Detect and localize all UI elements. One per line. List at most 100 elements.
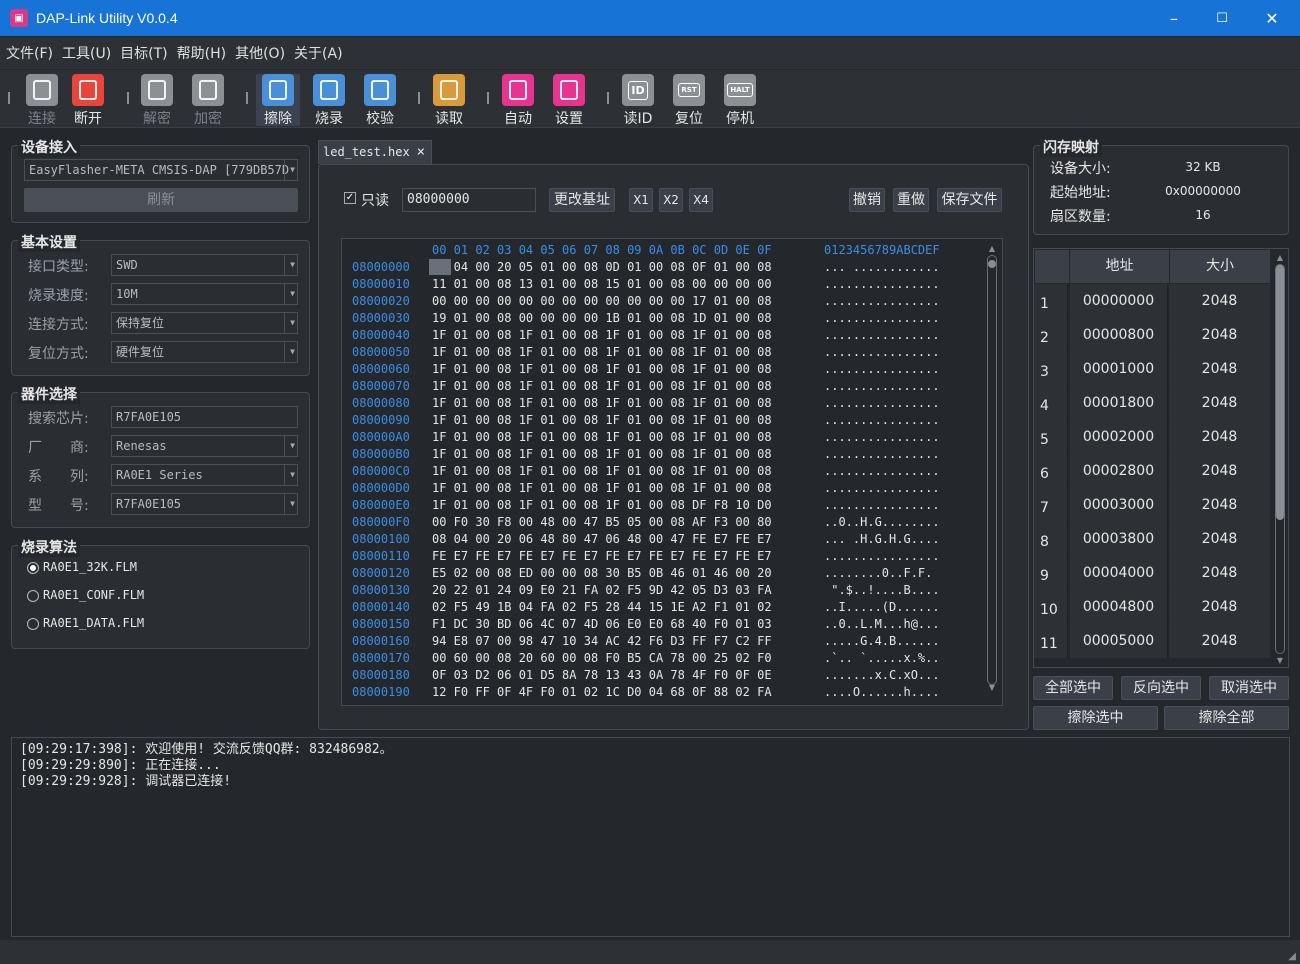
hex-bytes[interactable]: 08 04 00 20 06 48 80 47 06 48 00 47 FE E… bbox=[432, 531, 772, 548]
column-header-size[interactable]: 大小 bbox=[1170, 250, 1270, 283]
toolbar-button-4[interactable]: 擦除 bbox=[256, 74, 300, 127]
hex-bytes[interactable]: 00 60 00 08 20 60 00 08 F0 B5 CA 78 00 2… bbox=[432, 650, 772, 667]
chip-select-1[interactable]: Renesas ▼ bbox=[111, 435, 298, 457]
hex-bytes[interactable]: 1F 01 00 08 1F 01 00 08 1F 01 00 08 1F 0… bbox=[432, 327, 772, 344]
hex-bytes[interactable]: FE E7 FE E7 FE E7 FE E7 FE E7 FE E7 FE E… bbox=[432, 548, 772, 565]
hex-bytes[interactable]: E5 02 00 08 ED 00 00 08 30 B5 0B 46 01 4… bbox=[432, 565, 772, 582]
erase-selected-button[interactable]: 擦除选中 bbox=[1033, 706, 1158, 730]
table-row[interactable]: 3 00001000 2048 bbox=[1034, 352, 1270, 386]
hex-bytes[interactable]: 1F 01 00 08 1F 01 00 08 1F 01 00 08 1F 0… bbox=[432, 429, 772, 446]
x1-button[interactable]: X1 bbox=[629, 188, 653, 212]
scroll-down-icon[interactable]: ▼ bbox=[986, 683, 998, 692]
flash-sector-table[interactable]: 地址 大小 1 00000000 2048 2 00000800 2048 3 0000100… bbox=[1033, 248, 1289, 668]
toolbar-button-11[interactable]: RST 复位 bbox=[667, 74, 711, 128]
basic-select-1[interactable]: 10M ▼ bbox=[111, 283, 298, 305]
hex-ascii[interactable]: ................ bbox=[824, 361, 940, 378]
hex-bytes[interactable]: 1F 01 00 08 1F 01 00 08 1F 01 00 08 1F 0… bbox=[432, 378, 772, 395]
scrollbar-track[interactable] bbox=[1275, 264, 1285, 654]
toolbar-button-0[interactable]: 连接 bbox=[20, 74, 64, 128]
table-row[interactable]: 6 00002800 2048 bbox=[1034, 454, 1270, 488]
scrollbar-thumb[interactable] bbox=[1276, 265, 1284, 520]
algorithm-radio[interactable] bbox=[27, 618, 39, 630]
close-icon[interactable]: × bbox=[417, 141, 425, 163]
minimize-button[interactable]: – bbox=[1150, 0, 1198, 36]
hex-ascii[interactable]: ................ bbox=[824, 429, 940, 446]
hex-ascii[interactable]: ................ bbox=[824, 344, 940, 361]
hex-bytes[interactable]: 19 01 00 08 00 00 00 00 1B 01 00 08 1D 0… bbox=[432, 310, 772, 327]
menu-item-1[interactable]: 工具(U) bbox=[62, 43, 111, 63]
hex-ascii[interactable]: ................ bbox=[824, 378, 940, 395]
hex-ascii[interactable]: .......x.C.xO... bbox=[824, 667, 940, 684]
hex-bytes[interactable]: 0F 03 D2 06 01 D5 8A 78 13 43 0A 78 4F F… bbox=[432, 667, 772, 684]
hex-ascii[interactable]: ... .H.G.H.G.... bbox=[824, 531, 940, 548]
table-row[interactable]: 10 00004800 2048 bbox=[1034, 590, 1270, 624]
hex-bytes[interactable]: 1F 01 00 08 1F 01 00 08 1F 01 00 08 1F 0… bbox=[432, 361, 772, 378]
x4-button[interactable]: X4 bbox=[689, 188, 713, 212]
toolbar-button-10[interactable]: ID 读ID bbox=[616, 74, 660, 128]
tab-led-test-hex[interactable]: led_test.hex × bbox=[318, 140, 432, 164]
save-file-button[interactable]: 保存文件 bbox=[937, 188, 1002, 212]
hex-ascii[interactable]: .`.. `.....x.%.. bbox=[824, 650, 940, 667]
hex-ascii[interactable]: ..0..H.G........ bbox=[824, 514, 940, 531]
hex-bytes[interactable]: 12 F0 FF 0F 4F F0 01 02 1C D0 04 68 0F 8… bbox=[432, 684, 772, 701]
toolbar-button-7[interactable]: 读取 bbox=[427, 74, 471, 128]
toolbar-button-12[interactable]: HALT 停机 bbox=[718, 74, 762, 128]
toolbar-button-8[interactable]: 自动 bbox=[496, 74, 540, 128]
table-row[interactable]: 8 00003800 2048 bbox=[1034, 522, 1270, 556]
scroll-up-icon[interactable]: ▲ bbox=[986, 244, 998, 253]
hex-ascii[interactable]: ........0..F.F. bbox=[824, 565, 940, 582]
chip-search-input[interactable]: R7FA0E105 bbox=[111, 406, 298, 428]
hex-ascii[interactable]: ................ bbox=[824, 446, 940, 463]
hex-ascii[interactable]: ................ bbox=[824, 548, 940, 565]
chip-select-3[interactable]: R7FA0E105 ▼ bbox=[111, 493, 298, 515]
hex-bytes[interactable]: 1F 01 00 08 1F 01 00 08 1F 01 00 08 1F 0… bbox=[432, 480, 772, 497]
refresh-button[interactable]: 刷新 bbox=[24, 188, 298, 212]
toolbar-button-2[interactable]: 解密 bbox=[135, 74, 179, 128]
hex-bytes[interactable]: 94 E8 07 00 98 47 10 34 AC 42 F6 D3 FF F… bbox=[432, 633, 772, 650]
table-row[interactable]: 11 00005000 2048 bbox=[1034, 624, 1270, 658]
hex-ascii[interactable]: .....G.4.B...... bbox=[824, 633, 940, 650]
hex-bytes[interactable]: 1F 01 00 08 1F 01 00 08 1F 01 00 08 1F 0… bbox=[432, 446, 772, 463]
undo-button[interactable]: 撤销 bbox=[849, 188, 885, 212]
menu-item-4[interactable]: 其他(O) bbox=[235, 43, 285, 63]
hex-ascii[interactable]: ................ bbox=[824, 463, 940, 480]
hex-ascii[interactable]: ... ............ bbox=[824, 259, 940, 276]
hex-ascii[interactable]: ................ bbox=[824, 310, 940, 327]
table-row[interactable]: 4 00001800 2048 bbox=[1034, 386, 1270, 420]
toolbar-button-6[interactable]: 校验 bbox=[358, 74, 402, 128]
base-address-input[interactable]: 08000000 bbox=[402, 188, 536, 212]
x2-button[interactable]: X2 bbox=[659, 188, 683, 212]
hex-bytes[interactable]: 11 01 00 08 13 01 00 08 15 01 00 08 00 0… bbox=[432, 276, 772, 293]
hex-ascii[interactable]: ................ bbox=[824, 497, 940, 514]
column-header-address[interactable]: 地址 bbox=[1070, 250, 1169, 283]
hex-ascii[interactable]: ................ bbox=[824, 293, 940, 310]
scroll-up-icon[interactable]: ▲ bbox=[1273, 253, 1287, 262]
toolbar-button-9[interactable]: 设置 bbox=[547, 74, 591, 128]
table-row[interactable]: 2 00000800 2048 bbox=[1034, 318, 1270, 352]
scroll-down-icon[interactable]: ▼ bbox=[1273, 656, 1287, 665]
close-button[interactable]: ✕ bbox=[1248, 0, 1296, 36]
algorithm-radio[interactable] bbox=[27, 590, 39, 602]
basic-select-0[interactable]: SWD ▼ bbox=[111, 254, 298, 276]
hex-bytes[interactable]: 00 F0 30 F8 00 48 00 47 B5 05 00 08 AF F… bbox=[432, 514, 772, 531]
hex-bytes[interactable]: 20 22 01 24 09 E0 21 FA 02 F5 9D 42 05 D… bbox=[432, 582, 772, 599]
hex-ascii[interactable]: ................ bbox=[824, 327, 940, 344]
table-row[interactable]: 1 00000000 2048 bbox=[1034, 284, 1270, 318]
redo-button[interactable]: 重做 bbox=[893, 188, 929, 212]
toolbar-button-1[interactable]: 断开 bbox=[66, 74, 110, 128]
erase-all-button[interactable]: 擦除全部 bbox=[1164, 706, 1289, 730]
basic-select-3[interactable]: 硬件复位 ▼ bbox=[111, 341, 298, 363]
hex-ascii[interactable]: ................ bbox=[824, 480, 940, 497]
hex-bytes[interactable]: 1F 01 00 08 1F 01 00 08 1F 01 00 08 1F 0… bbox=[432, 395, 772, 412]
hex-ascii[interactable]: ................ bbox=[824, 276, 940, 293]
hex-ascii[interactable]: ..I.....(D...... bbox=[824, 599, 940, 616]
table-row[interactable]: 7 00003000 2048 bbox=[1034, 488, 1270, 522]
hex-bytes[interactable]: 1F 01 00 08 1F 01 00 08 1F 01 00 08 1F 0… bbox=[432, 463, 772, 480]
scrollbar-track[interactable] bbox=[987, 255, 997, 685]
invert-selection-button[interactable]: 反向选中 bbox=[1121, 676, 1201, 700]
select-all-button[interactable]: 全部选中 bbox=[1033, 676, 1113, 700]
hex-ascii[interactable]: ................ bbox=[824, 395, 940, 412]
basic-select-2[interactable]: 保持复位 ▼ bbox=[111, 312, 298, 334]
resize-grip-icon[interactable]: ◢ bbox=[1288, 951, 1296, 962]
toolbar-button-3[interactable]: 加密 bbox=[186, 74, 230, 128]
